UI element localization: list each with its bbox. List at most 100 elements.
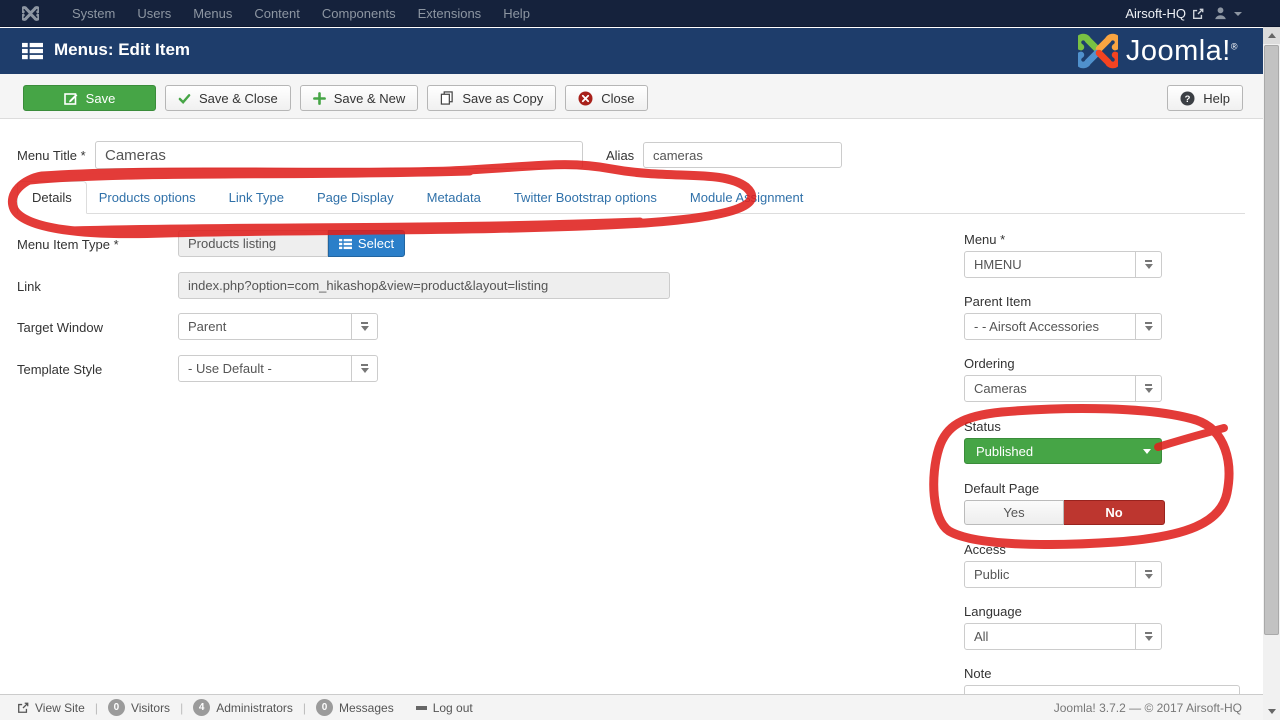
version-copyright: Joomla! 3.7.2 — © 2017 Airsoft-HQ xyxy=(1053,700,1242,715)
joomla-admin-edit-menu-item: System Users Menus Content Components Ex… xyxy=(0,0,1280,720)
language-select[interactable]: All xyxy=(964,623,1162,650)
divider: | xyxy=(180,700,184,715)
admin-status-bar: View Site | 0 Visitors | 4 Administrator… xyxy=(0,694,1280,720)
close-icon xyxy=(578,91,593,105)
messages-status[interactable]: 0 Messages xyxy=(316,699,394,716)
administrators-status[interactable]: 4 Administrators xyxy=(193,699,293,716)
toolbar: Save Save & Close Save & New Save as Cop… xyxy=(0,74,1280,119)
joomla-logo-icon xyxy=(1077,33,1118,69)
messages-count-badge: 0 xyxy=(316,699,333,716)
scroll-up-arrow[interactable] xyxy=(1263,27,1280,44)
visitors-count-badge: 0 xyxy=(107,699,125,716)
joomla-brand-text: Joomla!® xyxy=(1125,34,1238,67)
tab-details[interactable]: Details xyxy=(17,181,87,214)
select-menu-item-type-button[interactable]: Select xyxy=(328,230,405,257)
chevron-down-icon xyxy=(1135,252,1161,277)
check-icon xyxy=(178,93,191,104)
save-button[interactable]: Save xyxy=(23,85,156,111)
topnav-item-system[interactable]: System xyxy=(61,6,126,21)
tab-module-assignment[interactable]: Module Assignment xyxy=(678,182,815,213)
topnav-item-components[interactable]: Components xyxy=(311,6,407,21)
ordering-label: Ordering xyxy=(964,356,1015,371)
menu-title-input[interactable] xyxy=(95,141,583,169)
vertical-scrollbar[interactable] xyxy=(1263,27,1280,720)
menu-select[interactable]: HMENU xyxy=(964,251,1162,278)
status-published-dropdown[interactable]: Published xyxy=(964,438,1162,464)
divider: | xyxy=(302,700,306,715)
access-select[interactable]: Public xyxy=(964,561,1162,588)
save-close-button[interactable]: Save & Close xyxy=(165,85,291,111)
svg-text:?: ? xyxy=(1185,94,1191,105)
view-site-link[interactable]: View Site xyxy=(17,701,85,715)
alias-input[interactable] xyxy=(643,142,842,168)
site-name-label: Airsoft-HQ xyxy=(1125,6,1186,21)
joomla-icon[interactable] xyxy=(22,5,39,22)
chevron-down-icon xyxy=(1143,448,1151,454)
default-page-yes-button[interactable]: Yes xyxy=(964,500,1064,525)
topnav-right: Airsoft-HQ xyxy=(1125,0,1242,27)
topnav-item-extensions[interactable]: Extensions xyxy=(407,6,493,21)
chevron-down-icon xyxy=(1135,376,1161,401)
logout-icon xyxy=(415,705,427,710)
menu-item-type-input xyxy=(178,230,328,257)
topnav-item-users[interactable]: Users xyxy=(126,6,182,21)
chevron-down-icon xyxy=(1135,562,1161,587)
external-link-icon xyxy=(18,702,29,713)
tab-twitter-bootstrap-options[interactable]: Twitter Bootstrap options xyxy=(502,182,669,213)
tab-products-options[interactable]: Products options xyxy=(87,182,208,213)
tab-page-display[interactable]: Page Display xyxy=(305,182,406,213)
help-icon: ? xyxy=(1180,91,1195,105)
tab-link-type[interactable]: Link Type xyxy=(217,182,296,213)
scrollbar-thumb[interactable] xyxy=(1264,45,1279,635)
default-page-label: Default Page xyxy=(964,481,1040,496)
save-icon xyxy=(63,93,78,105)
close-button[interactable]: Close xyxy=(565,85,648,111)
joomla-brand: Joomla!® xyxy=(1077,31,1238,71)
link-label: Link xyxy=(17,279,41,294)
page-header: Menus: Edit Item Joomla!® xyxy=(0,28,1280,74)
default-page-toggle: Yes No xyxy=(964,500,1165,525)
list-icon xyxy=(338,238,352,249)
topnav-item-menus[interactable]: Menus xyxy=(182,6,243,21)
note-label: Note xyxy=(964,666,992,681)
visitors-status[interactable]: 0 Visitors xyxy=(107,699,170,716)
edit-item-tabs: Details Products options Link Type Page … xyxy=(17,181,1245,214)
alias-label: Alias xyxy=(606,148,635,163)
template-style-select[interactable]: - Use Default - xyxy=(178,355,378,382)
chevron-down-icon xyxy=(1234,11,1242,16)
topnav-item-content[interactable]: Content xyxy=(243,6,311,21)
template-style-label: Template Style xyxy=(17,362,103,377)
topnav-menus: System Users Menus Content Components Ex… xyxy=(61,6,541,21)
chevron-down-icon xyxy=(1135,314,1161,339)
save-copy-button[interactable]: Save as Copy xyxy=(427,85,557,111)
menu-list-icon xyxy=(22,41,43,66)
tab-metadata[interactable]: Metadata xyxy=(415,182,493,213)
save-new-button[interactable]: Save & New xyxy=(299,85,419,111)
marker-circle-status-tail xyxy=(1154,424,1228,451)
target-window-select[interactable]: Parent xyxy=(178,313,378,340)
page-title: Menus: Edit Item xyxy=(54,40,191,59)
default-page-no-button[interactable]: No xyxy=(1064,500,1165,525)
logout-link[interactable]: Log out xyxy=(415,701,473,715)
target-window-label: Target Window xyxy=(17,320,103,335)
chevron-down-icon xyxy=(1135,624,1161,649)
admin-top-navbar: System Users Menus Content Components Ex… xyxy=(0,0,1280,27)
ordering-select[interactable]: Cameras xyxy=(964,375,1162,402)
external-link-icon xyxy=(1193,8,1204,19)
chevron-down-icon xyxy=(351,314,377,339)
link-input xyxy=(178,272,670,299)
menu-title-label: Menu Title * xyxy=(17,148,86,163)
divider: | xyxy=(94,700,98,715)
copy-icon xyxy=(441,91,454,105)
language-label: Language xyxy=(964,604,1022,619)
site-preview-link[interactable]: Airsoft-HQ xyxy=(1125,6,1204,21)
menu-item-type-label: Menu Item Type * xyxy=(17,237,119,252)
chevron-down-icon xyxy=(351,356,377,381)
scroll-down-arrow[interactable] xyxy=(1263,703,1280,720)
parent-item-select[interactable]: - - Airsoft Accessories xyxy=(964,313,1162,340)
parent-item-label: Parent Item xyxy=(964,294,1032,309)
topnav-item-help[interactable]: Help xyxy=(492,6,541,21)
user-menu[interactable] xyxy=(1213,6,1242,21)
plus-icon xyxy=(312,91,326,105)
help-button[interactable]: ? Help xyxy=(1167,85,1243,111)
